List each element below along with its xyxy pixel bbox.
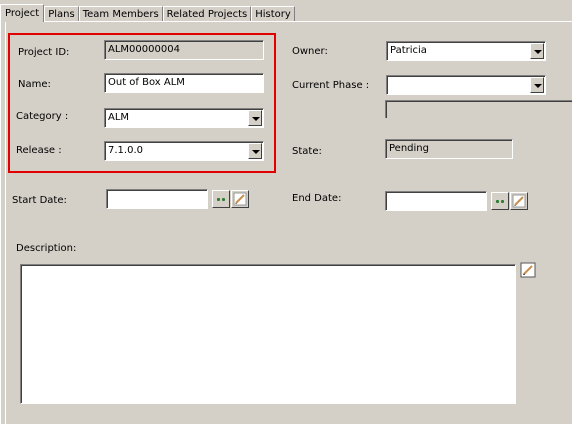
- chevron-down-icon[interactable]: [530, 77, 544, 93]
- edit-icon: [520, 262, 536, 278]
- phase-detail-field: [385, 100, 572, 118]
- name-label: Name:: [18, 79, 51, 90]
- release-dropdown[interactable]: 7.1.0.0: [104, 141, 264, 161]
- tab-divider: [0, 21, 572, 22]
- current-phase-label: Current Phase :: [292, 80, 370, 91]
- current-phase-dropdown[interactable]: [386, 75, 546, 95]
- end-date-label: End Date:: [292, 193, 342, 204]
- start-date-clear-button[interactable]: [231, 190, 249, 208]
- start-date-picker-button[interactable]: [212, 190, 230, 208]
- panel-border: [0, 22, 1, 424]
- name-field[interactable]: Out of Box ALM: [104, 73, 264, 93]
- chevron-down-icon[interactable]: [530, 43, 544, 59]
- project-id-label: Project ID:: [18, 47, 70, 58]
- category-label: Category :: [16, 111, 69, 122]
- tab-plans[interactable]: Plans: [44, 6, 79, 22]
- tab-team-members[interactable]: Team Members: [78, 6, 163, 22]
- category-value: ALM: [108, 112, 130, 123]
- owner-label: Owner:: [292, 46, 328, 57]
- edit-icon: [512, 194, 526, 208]
- end-date-field[interactable]: [385, 191, 487, 211]
- state-label: State:: [292, 146, 322, 157]
- release-value: 7.1.0.0: [108, 145, 143, 156]
- panel-border-inner: [5, 22, 6, 424]
- project-id-field: ALM00000004: [104, 40, 264, 60]
- owner-dropdown[interactable]: Patricia: [386, 41, 546, 61]
- tab-related-projects[interactable]: Related Projects: [162, 6, 252, 22]
- category-dropdown[interactable]: ALM: [104, 108, 264, 128]
- owner-value: Patricia: [390, 45, 427, 56]
- start-date-label: Start Date:: [12, 195, 67, 206]
- release-label: Release :: [16, 145, 62, 156]
- tab-project[interactable]: Project: [0, 4, 45, 22]
- tab-strip: Project Plans Team Members Related Proje…: [0, 4, 295, 22]
- edit-icon: [233, 192, 247, 206]
- description-textarea[interactable]: [20, 264, 516, 404]
- chevron-down-icon[interactable]: [248, 143, 262, 159]
- tab-history[interactable]: History: [251, 6, 295, 22]
- description-label: Description:: [16, 243, 77, 254]
- end-date-clear-button[interactable]: [510, 192, 528, 210]
- description-edit-button[interactable]: [520, 262, 536, 278]
- chevron-down-icon[interactable]: [248, 110, 262, 126]
- end-date-picker-button[interactable]: [491, 192, 509, 210]
- state-field: Pending: [385, 139, 513, 159]
- start-date-field[interactable]: [106, 189, 208, 209]
